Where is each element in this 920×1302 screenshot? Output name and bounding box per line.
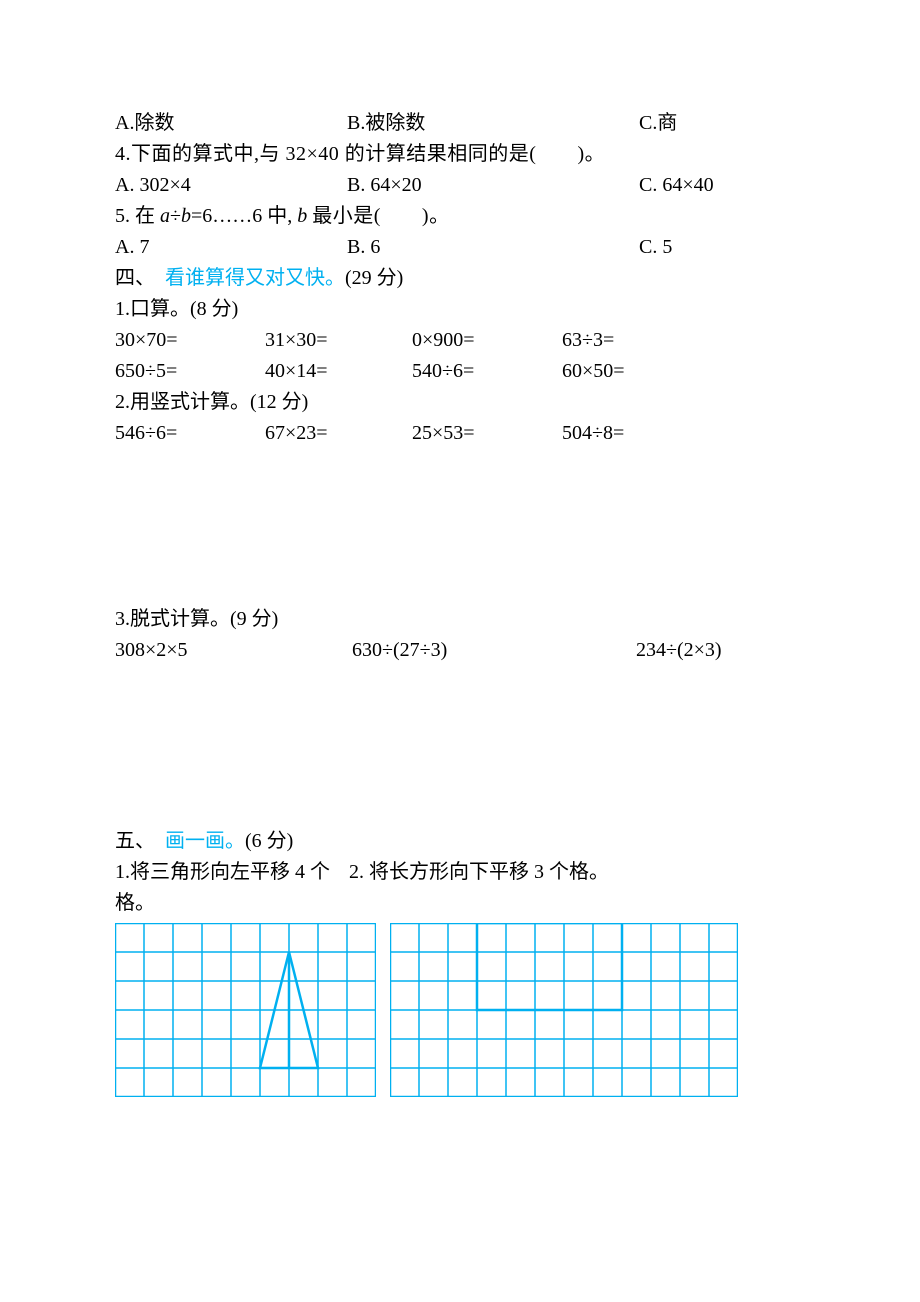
grid-1-svg [115,923,376,1097]
q5-option-a: A. 7 [115,232,347,263]
s4q2-r1c3: 25×53= [412,418,562,449]
s4q1-r2c3: 540÷6= [412,356,562,387]
section-4-points: (29 分) [345,267,403,289]
section-4-heading: 看谁算得又对又快。 [165,267,345,289]
q4-option-a: A. 302×4 [115,170,347,201]
s4q2-r1c2: 67×23= [265,418,412,449]
s4q2-r1c4: 504÷8= [562,418,712,449]
q5-var-b: b [181,205,191,227]
q3-option-b: B.被除数 [347,108,639,139]
q5-var-b2: b [297,205,307,227]
section-5-heading: 画一画。 [165,830,245,852]
workspace-gap-2 [115,666,805,826]
section-4-num: 四、 [115,267,165,289]
q3-option-c: C.商 [639,108,805,139]
s4q3-p2: 630÷(27÷3) [352,635,636,666]
s4q3-p1: 308×2×5 [115,635,352,666]
q5-mid1: ÷ [170,205,181,227]
draw-titles-row: 1.将三角形向左平移 4 个格。 2. 将长方形向下平移 3 个格。 [115,857,805,919]
grid-2 [390,923,738,1097]
q5-options-row: A. 7 B. 6 C. 5 [115,232,805,263]
workspace-gap-1 [115,449,805,604]
q4-option-c: C. 64×40 [639,170,805,201]
q5-option-b: B. 6 [347,232,639,263]
s4q1-r1c4: 63÷3= [562,325,712,356]
section-5-points: (6 分) [245,830,293,852]
q5-var-a: a [160,205,170,227]
s5q2-text: 2. 将长方形向下平移 3 个格。 [349,857,805,919]
grid-spacer [376,923,390,1097]
s5q1-text: 1.将三角形向左平移 4 个格。 [115,857,349,919]
q4-option-b: B. 64×20 [347,170,639,201]
s4q2-title: 2.用竖式计算。(12 分) [115,387,805,418]
q3-option-a: A.除数 [115,108,347,139]
q4-text: 4.下面的算式中,与 32×40 的计算结果相同的是( )。 [115,139,805,170]
q5-suffix: 最小是( )。 [312,205,449,227]
s4q1-r2c1: 650÷5= [115,356,265,387]
s4q1-r1c1: 30×70= [115,325,265,356]
grid-2-svg [390,923,738,1097]
s4q1-r1c2: 31×30= [265,325,412,356]
section-4-title: 四、 看谁算得又对又快。(29 分) [115,263,805,294]
exam-page: A.除数 B.被除数 C.商 4.下面的算式中,与 32×40 的计算结果相同的… [0,0,920,1137]
section-5-title: 五、 画一画。(6 分) [115,826,805,857]
s4q3-row: 308×2×5 630÷(27÷3) 234÷(2×3) [115,635,805,666]
q5-option-c: C. 5 [639,232,805,263]
q3-options-row: A.除数 B.被除数 C.商 [115,108,805,139]
section-5-num: 五、 [115,830,165,852]
s4q3-title: 3.脱式计算。(9 分) [115,604,805,635]
s4q2-row1: 546÷6= 67×23= 25×53= 504÷8= [115,418,805,449]
grids-row [115,923,805,1097]
q4-options-row: A. 302×4 B. 64×20 C. 64×40 [115,170,805,201]
s4q1-title: 1.口算。(8 分) [115,294,805,325]
s4q1-r2c2: 40×14= [265,356,412,387]
s4q1-r2c4: 60×50= [562,356,712,387]
grid-1 [115,923,376,1097]
s4q1-r1c3: 0×900= [412,325,562,356]
s4q2-r1c1: 546÷6= [115,418,265,449]
s4q1-row1: 30×70= 31×30= 0×900= 63÷3= [115,325,805,356]
q5-prefix: 5. 在 [115,205,155,227]
q5-mid2: =6……6 中, [191,205,292,227]
s4q3-p3: 234÷(2×3) [636,635,805,666]
s4q1-row2: 650÷5= 40×14= 540÷6= 60×50= [115,356,805,387]
q5-text: 5. 在 a÷b=6……6 中, b 最小是( )。 [115,201,805,232]
